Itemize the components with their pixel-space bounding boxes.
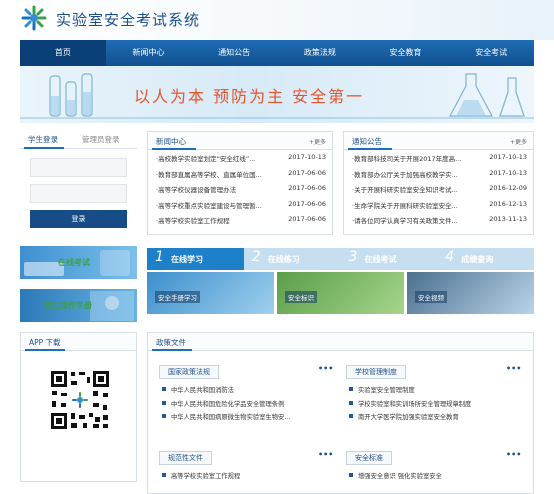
list-item[interactable]: ·高校教学实验室划定“安全红线”... 2017-10-13 <box>156 153 326 169</box>
list-item[interactable]: 学校实验室和实训场所安全管理规章制度 <box>349 399 527 413</box>
more-dots-icon[interactable]: ••• <box>506 450 521 459</box>
more-dots-icon[interactable]: ••• <box>506 364 521 373</box>
step-online-exam[interactable]: 3 在线考试 <box>340 248 438 270</box>
list-item[interactable]: 高等学校实验室工作规程 <box>162 471 332 485</box>
list-item[interactable]: ·教育部直属高等学校、直属单位国... 2017-06-06 <box>156 169 326 185</box>
tab-student-login[interactable]: 学生登录 <box>28 134 58 145</box>
list-item[interactable]: 中华人民共和国危险化学品安全管理条例 <box>162 399 332 413</box>
app-download-panel: APP 下载 <box>20 332 137 482</box>
qr-code-icon[interactable] <box>49 369 111 431</box>
title-underline <box>152 148 196 150</box>
list-item[interactable]: ·高等学校仪器设备管理办法 2017-06-06 <box>156 184 326 200</box>
login-tabs: 学生登录 管理员登录 <box>20 131 137 149</box>
nav-item-news[interactable]: 新闻中心 <box>106 40 192 66</box>
title-underline <box>152 349 192 351</box>
nav-item-education[interactable]: 安全教育 <box>363 40 449 66</box>
nav-item-notices[interactable]: 通知公告 <box>191 40 277 66</box>
policy-list-normative: 高等学校实验室工作规程 <box>162 471 332 485</box>
login-button[interactable]: 登录 <box>30 210 127 228</box>
notices-panel-title: 通知公告 <box>352 137 382 146</box>
list-item[interactable]: ·高等学校重点实验室建设与管理暂... 2017-06-06 <box>156 200 326 216</box>
online-exam-tile[interactable]: 在线考试 <box>20 246 137 279</box>
nav-item-policies[interactable]: 政策法规 <box>277 40 363 66</box>
list-item[interactable]: 实验室安全管理制度 <box>349 385 527 399</box>
step-score-query[interactable]: 4 成绩查询 <box>437 248 534 270</box>
policy-list-national: 中华人民共和国消防法 中华人民共和国危险化学品安全管理条例 中华人民共和国病原微… <box>162 385 332 426</box>
site-header: 实验室安全考试系统 <box>0 0 554 40</box>
more-dots-icon[interactable]: ••• <box>318 450 333 459</box>
app-panel-header: APP 下载 <box>21 333 136 351</box>
policy-group-normative[interactable]: 规范性文件 <box>159 451 212 465</box>
news-panel-header: 新闻中心 +更多 <box>148 132 332 150</box>
notices-list: ·教育部科技司关于开展2017年度高... 2017-10-13 ·教育部办公厅关… <box>344 150 533 231</box>
login-form: 登录 <box>20 149 137 235</box>
list-item[interactable]: ·关于开展科研实验室安全知识考试... 2016-12-09 <box>352 184 527 200</box>
thumb-caption: 安全手册学习 <box>155 291 200 303</box>
list-item[interactable]: ·请各位同学认真学习有关政策文件... 2013-11-13 <box>352 215 527 231</box>
list-item[interactable]: ·生命学院关于开展科研实验室安全... 2016-12-13 <box>352 200 527 216</box>
policy-group-national[interactable]: 国家政策法规 <box>159 365 219 379</box>
notices-more-link[interactable]: +更多 <box>510 137 527 146</box>
news-more-link[interactable]: +更多 <box>309 137 326 146</box>
process-steps: 1 在线学习 2 在线练习 3 在线考试 4 成绩查询 <box>147 248 534 270</box>
thumb-caption: 安全视频 <box>415 291 447 303</box>
list-item[interactable]: 增强安全意识 强化实验室安全 <box>349 471 527 485</box>
online-exam-label: 在线考试 <box>58 258 90 267</box>
policy-panel-header: 政策文件 <box>148 333 533 351</box>
policy-list-school: 实验室安全管理制度 学校实验室和实训场所安全管理规章制度 南开大学医学院加强实验… <box>349 385 527 426</box>
notices-panel-header: 通知公告 +更多 <box>344 132 533 150</box>
list-item[interactable]: 南开大学医学院加强实验室安全教育 <box>349 412 527 426</box>
tab-admin-login[interactable]: 管理员登录 <box>82 134 120 145</box>
title-underline <box>348 148 392 150</box>
title-underline <box>25 349 65 351</box>
policy-group-school[interactable]: 学校管理制度 <box>346 365 406 379</box>
main-nav: 首页 新闻中心 通知公告 政策法规 安全教育 安全考试 <box>20 40 534 66</box>
safety-signs-thumb[interactable]: 安全标识 <box>277 272 404 314</box>
nav-item-home[interactable]: 首页 <box>20 40 106 66</box>
safety-video-thumb[interactable]: 安全视频 <box>407 272 534 314</box>
list-item[interactable]: ·高等学校实验室工作规程 2017-06-06 <box>156 215 326 231</box>
hero-banner: 以人为本 预防为主 安全第一 <box>20 66 534 123</box>
nav-item-exam[interactable]: 安全考试 <box>448 40 534 66</box>
news-list: ·高校教学实验室划定“安全红线”... 2017-10-13 ·教育部直属高等学校… <box>148 150 332 231</box>
student-handbook-label: 学生操作手册 <box>44 301 92 310</box>
list-item[interactable]: ·教育部办公厅关于加强高校教学实... 2017-10-13 <box>352 169 527 185</box>
virus-shaped-logo-icon[interactable] <box>20 4 48 32</box>
list-item[interactable]: 中华人民共和国消防法 <box>162 385 332 399</box>
thumb-caption: 安全标识 <box>285 291 317 303</box>
policy-list-standards: 增强安全意识 强化实验室安全 <box>349 471 527 485</box>
password-input[interactable] <box>30 184 127 203</box>
safety-handbook-thumb[interactable]: 安全手册学习 <box>147 272 274 314</box>
news-panel-title: 新闻中心 <box>156 137 186 146</box>
list-item[interactable]: ·教育部科技司关于开展2017年度高... 2017-10-13 <box>352 153 527 169</box>
site-title: 实验室安全考试系统 <box>56 11 201 29</box>
more-dots-icon[interactable]: ••• <box>318 364 333 373</box>
username-input[interactable] <box>30 158 127 177</box>
banner-slogan: 以人为本 预防为主 安全第一 <box>134 87 365 106</box>
step-online-practice[interactable]: 2 在线练习 <box>243 248 341 270</box>
notices-panel: 通知公告 +更多 ·教育部科技司关于开展2017年度高... 2017-10-13… <box>343 131 534 235</box>
app-panel-title: APP 下载 <box>29 338 61 347</box>
policy-panel-title: 政策文件 <box>156 338 186 347</box>
news-panel: 新闻中心 +更多 ·高校教学实验室划定“安全红线”... 2017-10-13 ·… <box>147 131 333 235</box>
student-handbook-tile[interactable]: 学生操作手册 <box>20 289 137 322</box>
feature-thumbnails: 安全手册学习 安全标识 安全视频 <box>147 272 534 314</box>
policy-panel: 政策文件 国家政策法规 ••• 中华人民共和国消防法 中华人民共和国危险化学品安… <box>147 332 534 494</box>
policy-group-standards[interactable]: 安全标准 <box>346 451 392 465</box>
step-online-learning[interactable]: 1 在线学习 <box>147 248 244 270</box>
list-item[interactable]: 中华人民共和国病原微生物实验室生物安... <box>162 412 332 426</box>
